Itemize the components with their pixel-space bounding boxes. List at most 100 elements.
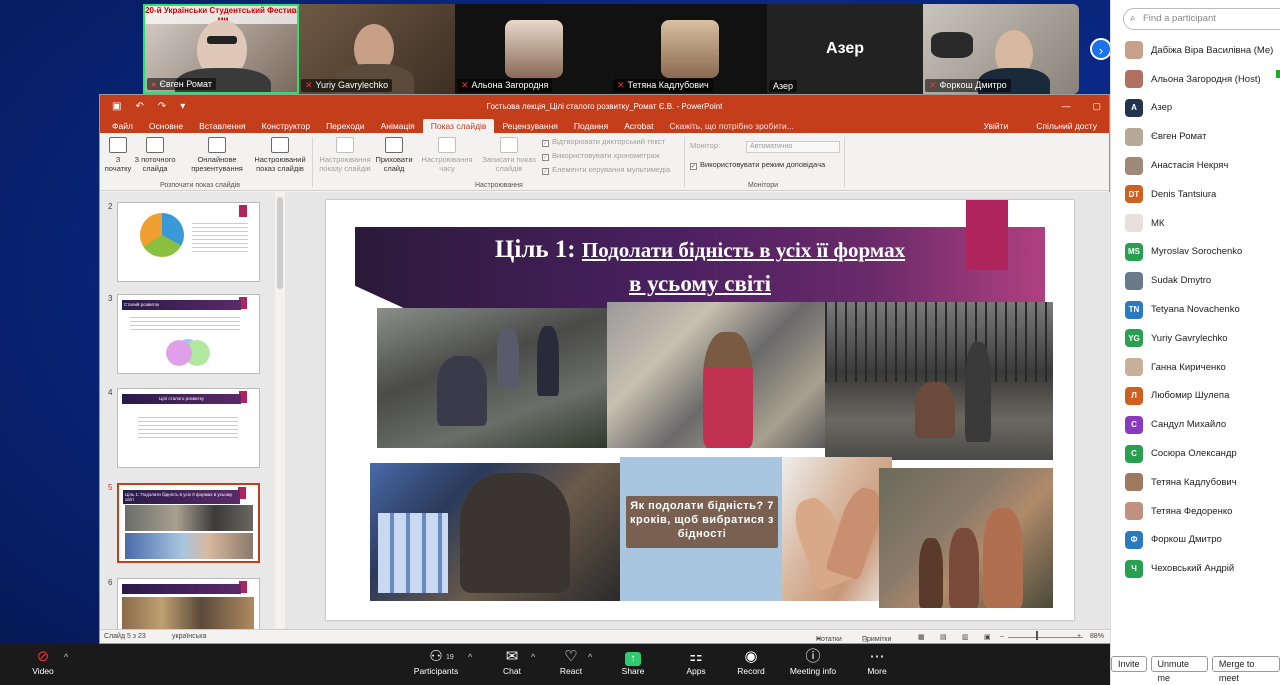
video-tile[interactable]: ✕ Альона Загородня: [455, 4, 611, 94]
video-tile[interactable]: ✕ Тетяна Кадлубович: [611, 4, 767, 94]
participant-list-item[interactable]: Л Любомир Шулепа: [1111, 382, 1280, 411]
tell-me-search[interactable]: Скажіть, що потрібно зробити...: [662, 119, 802, 133]
slide-thumbnail[interactable]: [117, 578, 260, 630]
tab-insert[interactable]: Вставлення: [191, 119, 253, 133]
tab-transitions[interactable]: Переходи: [318, 119, 373, 133]
share-link[interactable]: Спільний досту: [1028, 119, 1105, 133]
minimize-icon[interactable]: —: [1061, 101, 1070, 112]
participant-name: Євген Ромат: [159, 79, 212, 89]
thumb-number: 4: [108, 388, 113, 397]
slide-sorter-icon[interactable]: ▤: [940, 633, 947, 641]
more-button[interactable]: ⋯ More: [862, 648, 892, 676]
participant-list-item[interactable]: Дабіжа Віра Василівна (Me): [1111, 36, 1280, 65]
video-caret-icon[interactable]: ^: [64, 652, 68, 662]
slide-thumbnail[interactable]: Цілі сталого розвитку: [117, 388, 260, 468]
participant-name: Ганна Кириченко: [1151, 361, 1226, 373]
save-icon[interactable]: ▣: [112, 101, 121, 112]
share-button[interactable]: ↑ Share: [618, 648, 648, 676]
monitor-select[interactable]: Автоматично: [746, 141, 840, 153]
react-button[interactable]: ♡ React: [556, 648, 586, 676]
tab-design[interactable]: Конструктор: [254, 119, 318, 133]
next-page-arrow-icon[interactable]: ›: [1090, 38, 1112, 60]
reading-view-icon[interactable]: ▥: [962, 633, 969, 641]
participant-list-item[interactable]: Тетяна Федоренко: [1111, 497, 1280, 526]
zoom-level[interactable]: 88%: [1090, 633, 1104, 640]
participant-list-item[interactable]: Ф Форкош Дмитро: [1111, 526, 1280, 555]
slide-thumbnail-selected[interactable]: Ціль 1: Подолати бідність в усіх її форм…: [117, 483, 260, 563]
video-tile[interactable]: Азер Азер: [767, 4, 923, 94]
meeting-info-button[interactable]: ⓘ Meeting info: [785, 648, 841, 676]
slide-thumbnail[interactable]: Сталий розвиток: [117, 294, 260, 374]
participant-list-item[interactable]: МК: [1111, 209, 1280, 238]
maximize-icon[interactable]: ▢: [1092, 101, 1101, 112]
thumbnail-scrollbar[interactable]: [277, 197, 283, 289]
participant-list-item[interactable]: Ч Чеховський Андрій: [1111, 554, 1280, 583]
tab-review[interactable]: Рецензування: [494, 119, 565, 133]
media-controls-checkbox[interactable]: ✓ Елементи керування мультимедіа: [542, 165, 670, 175]
invite-button[interactable]: Invite: [1111, 656, 1147, 672]
participant-list-item[interactable]: Альона Загородня (Host): [1111, 65, 1280, 94]
zoom-in-icon[interactable]: +: [1077, 633, 1081, 640]
chat-button[interactable]: ✉ Chat: [497, 648, 527, 676]
setup-slideshow-button[interactable]: Настроювання показу слайдів: [314, 135, 376, 174]
rehearse-timings-button[interactable]: Настроювання часу: [418, 135, 476, 174]
timings-checkbox[interactable]: ✓ Використовувати хронометраж: [542, 151, 660, 161]
slide-thumbnail[interactable]: [117, 202, 260, 282]
participant-name: Сандул Михайло: [1151, 419, 1227, 431]
participant-list: Дабіжа Віра Василівна (Me) Альона Загород…: [1111, 36, 1280, 583]
participant-list-item[interactable]: С Сандул Михайло: [1111, 410, 1280, 439]
tab-animations[interactable]: Анімація: [373, 119, 423, 133]
record-button[interactable]: ◉ Record: [734, 648, 768, 676]
participant-list-item[interactable]: A Азер: [1111, 94, 1280, 123]
undo-icon[interactable]: ↶: [135, 101, 143, 112]
participant-list-item[interactable]: Sudak Dmytro: [1111, 266, 1280, 295]
participant-list-item[interactable]: Ганна Кириченко: [1111, 353, 1280, 382]
zoom-slider-thumb[interactable]: [1036, 631, 1038, 640]
video-tile[interactable]: ✕ Форкош Дмитро: [923, 4, 1079, 94]
zoom-out-icon[interactable]: –: [1000, 633, 1004, 640]
from-current-button[interactable]: З поточного слайда: [132, 135, 178, 174]
tab-home[interactable]: Основне: [141, 119, 191, 133]
participant-list-item[interactable]: DT Denis Tantsiura: [1111, 180, 1280, 209]
video-button[interactable]: ⊘ Video: [30, 648, 56, 676]
participants-caret-icon[interactable]: ^: [468, 652, 472, 662]
current-slide[interactable]: Ціль 1: Подолати бідність в усіх її форм…: [326, 200, 1074, 620]
tab-file[interactable]: Файл: [104, 119, 141, 133]
tab-slideshow[interactable]: Показ слайдів: [422, 119, 495, 133]
participant-list-item[interactable]: MS Myroslav Sorochenko: [1111, 238, 1280, 267]
participant-list-item[interactable]: YG Yuriy Gavrylechko: [1111, 324, 1280, 353]
merge-to-meeting-button[interactable]: Merge to meet: [1211, 656, 1280, 683]
thumb-title: Сталий розвиток: [122, 300, 241, 310]
video-tile[interactable]: ✕ Yuriy Gavrylechko: [299, 4, 455, 94]
slideshow-view-icon[interactable]: ▣: [984, 633, 991, 641]
hide-slide-button[interactable]: Приховати слайд: [372, 135, 416, 174]
present-online-button[interactable]: Онлайнове презентування: [184, 135, 250, 174]
narration-checkbox[interactable]: ✓ Відтворювати дикторський текст: [542, 137, 665, 147]
tab-view[interactable]: Подання: [566, 119, 616, 133]
redo-icon[interactable]: ↷: [158, 101, 166, 112]
participant-list-item[interactable]: Євген Ромат: [1111, 122, 1280, 151]
from-start-button[interactable]: З початку: [104, 135, 132, 174]
participant-name: Анастасія Некряч: [1151, 160, 1229, 172]
participant-list-item[interactable]: TN Tetyana Novachenko: [1111, 295, 1280, 324]
tab-acrobat[interactable]: Acrobat: [616, 119, 661, 133]
participant-list-item[interactable]: Анастасія Некряч: [1111, 151, 1280, 180]
language-status[interactable]: українська: [172, 633, 206, 640]
participant-list-item[interactable]: Тетяна Кадлубович: [1111, 468, 1280, 497]
title-bar: ▣ ↶ ↷ ▾ Гостьова лекція_Цілі сталого роз…: [100, 95, 1109, 117]
custom-show-button[interactable]: Настроюваний показ слайдів: [250, 135, 310, 174]
participants-button[interactable]: ⚇ Participants: [410, 648, 462, 676]
apps-button[interactable]: ⚏ Apps: [681, 648, 711, 676]
video-tile[interactable]: 20-й Українськи Студентський Фестива ми …: [143, 4, 299, 94]
zoom-slider[interactable]: [1008, 637, 1083, 638]
chat-caret-icon[interactable]: ^: [531, 652, 535, 662]
customize-icon[interactable]: ▾: [180, 101, 185, 112]
presenter-view-checkbox[interactable]: ✓ Використовувати режим доповідача: [690, 160, 825, 170]
sign-in-link[interactable]: Увійти: [976, 119, 1017, 133]
participant-list-item[interactable]: С Сосюра Олександр: [1111, 439, 1280, 468]
react-caret-icon[interactable]: ^: [588, 652, 592, 662]
normal-view-icon[interactable]: ▦: [918, 633, 925, 641]
participant-search-input[interactable]: ⌕ Find a participant: [1123, 8, 1280, 30]
unmute-me-button[interactable]: Unmute me: [1150, 656, 1208, 683]
record-slideshow-button[interactable]: Записати показ слайдів: [478, 135, 540, 174]
